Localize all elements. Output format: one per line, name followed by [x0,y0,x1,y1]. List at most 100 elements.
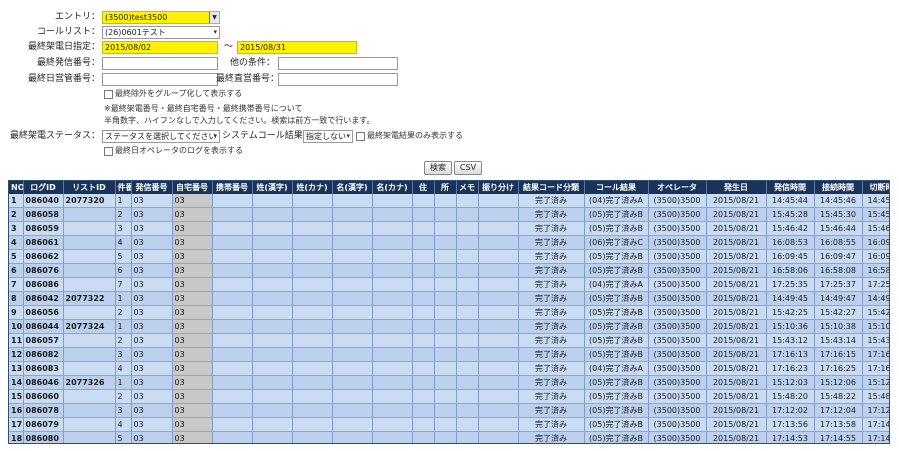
cell-operator: (3500)3500 [648,347,707,362]
cell-memo [456,403,479,418]
cell-home-number: 03 [172,319,213,334]
cell-first-name-kana [372,263,413,278]
table-row[interactable]: 8 086042 2077322 1 03 03 完了済み (05)完了済みB (3500)35… [9,291,889,306]
header-first-name-kanji[interactable]: 名(漢字) [332,181,373,194]
cell-list-id [63,221,116,236]
date-from-input[interactable]: 2015/08/02 [102,41,218,54]
header-disconnect-time[interactable]: 切断時間 [862,181,889,194]
cell-operator: (3500)3500 [648,207,707,222]
cell-log-id: 086079 [23,417,64,432]
table-row[interactable]: 10 086044 2077324 1 03 03 完了済み (05)完了済みB (3500)3… [9,319,889,334]
header-date[interactable]: 発生日 [706,181,767,194]
table-row[interactable]: 9 086056 2 03 03 完了済み (05)完了済みB (3500)3500 2015/… [9,305,889,320]
cell-first-name-kanji [332,194,373,208]
cell-mobile-number [212,277,253,292]
cell-first-name-kana [372,375,413,390]
table-row[interactable]: 6 086076 6 03 03 完了済み (05)完了済みB (3500)3500 2015/… [9,263,889,278]
cell-address-1 [412,305,435,320]
table-row[interactable]: 18 086080 5 03 03 完了済み (05)完了済みB (3500)3500 2015… [9,431,889,443]
cell-home-number: 03 [172,375,213,390]
header-connect-time[interactable]: 接続時間 [814,181,863,194]
table-row[interactable]: 14 086046 2077326 1 03 03 完了済み (05)完了済みB (3500)3… [9,375,889,390]
cell-dial-time: 16:08:53 [766,235,815,250]
table-row[interactable]: 15 086060 2 03 03 完了済み (05)完了済みB (3500)3500 2015… [9,389,889,404]
cell-address-1 [412,333,435,348]
header-dial-number[interactable]: 発信番号 [131,181,173,194]
system-call-select[interactable]: 指定しない ▾ [303,130,353,143]
header-call-result[interactable]: コール結果 [584,181,649,194]
cell-disconnect-time: 14:49:52 [862,291,889,306]
table-row[interactable]: 4 086061 4 03 03 完了済み (06)完了済みC (3500)3500 2015/… [9,235,889,250]
cell-dial-time: 17:14:53 [766,431,815,443]
csv-button[interactable]: CSV [454,161,482,175]
cell-mobile-number [212,194,253,208]
table-row[interactable]: 12 086082 3 03 03 完了済み (05)完了済みB (3500)3500 2015… [9,347,889,362]
final-result-only-label: 最終架電結果のみ表示する [367,131,463,140]
cell-memo [456,263,479,278]
table-row[interactable]: 7 086086 7 03 03 完了済み (04)完了済みA (3500)3500 2015/… [9,277,889,292]
table-row[interactable]: 11 086057 2 03 03 完了済み (05)完了済みB (3500)3500 2015… [9,333,889,348]
cell-address-2 [434,361,457,376]
table-row[interactable]: 13 086083 4 03 03 完了済み (04)完了済みA (3500)3500 2015… [9,361,889,376]
final-date-status-input[interactable] [102,73,218,86]
note-line-1: ※最終架電番号・最終自宅番号・最終携帯番号について [104,104,303,113]
cell-mobile-number [212,305,253,320]
header-result-code-class[interactable]: 結果コード分類 [518,181,585,194]
cell-result-code-class: 完了済み [518,375,585,390]
final-dial-input[interactable] [278,73,398,86]
table-row[interactable]: 16 086078 3 03 03 完了済み (05)完了済みB (3500)3500 2015… [9,403,889,418]
cell-assignment [478,333,519,348]
table-row[interactable]: 1 086040 2077320 1 03 03 完了済み (04)完了済みA (3500)35… [9,194,889,208]
header-dial-time[interactable]: 発信時間 [766,181,815,194]
header-item-no[interactable]: 件番 [115,181,132,194]
chevron-down-icon: ▾ [213,28,217,36]
calllist-select[interactable]: (26)0601テスト ▾ [102,26,220,39]
header-mobile-number[interactable]: 携帯番号 [212,181,253,194]
cell-dial-number: 03 [131,291,173,306]
header-last-name-kana[interactable]: 姓(カナ) [292,181,333,194]
cell-connect-time: 15:46:44 [814,221,863,236]
cell-address-1 [412,194,435,208]
header-memo[interactable]: メモ [456,181,479,194]
final-result-select[interactable]: ステータスを選択してください ▾ [102,130,220,143]
cell-log-id: 086044 [23,319,64,334]
cell-log-id: 086061 [23,235,64,250]
operator-log-checkbox[interactable] [104,147,113,156]
header-address-2[interactable]: 所 [434,181,457,194]
cell-connect-time: 14:49:47 [814,291,863,306]
cell-connect-time: 16:09:47 [814,249,863,264]
cell-last-name-kana [292,333,333,348]
final-result-only-checkbox[interactable] [356,132,365,141]
cell-assignment [478,207,519,222]
date-to-input[interactable]: 2015/08/31 [237,41,357,54]
group-exclusion-checkbox[interactable] [104,90,113,99]
cell-mobile-number [212,403,253,418]
entry-select[interactable]: (3500)test3500 ▼ [102,11,220,24]
header-address-1[interactable]: 住 [412,181,435,194]
table-row[interactable]: 3 086059 3 03 03 完了済み (05)完了済みB (3500)3500 2015/… [9,221,889,236]
final-number-input[interactable] [102,57,218,70]
header-list-id[interactable]: リストID [63,181,116,194]
header-first-name-kana[interactable]: 名(カナ) [372,181,413,194]
header-home-number[interactable]: 自宅番号 [172,181,213,194]
search-button[interactable]: 検索 [424,161,452,175]
table-row[interactable]: 17 086079 4 03 03 完了済み (05)完了済みB (3500)3500 2015… [9,417,889,432]
header-last-name-kanji[interactable]: 姓(漢字) [252,181,293,194]
entry-label: エントリ： [54,12,100,22]
cell-operator: (3500)3500 [648,235,707,250]
header-no[interactable]: NO [9,181,24,194]
cell-date: 2015/08/21 [706,263,767,278]
cell-address-1 [412,361,435,376]
table-row[interactable]: 5 086062 5 03 03 完了済み (05)完了済みB (3500)3500 2015/… [9,249,889,264]
cell-home-number: 03 [172,403,213,418]
table-row[interactable]: 2 086058 2 03 03 完了済み (05)完了済みB (3500)3500 2015/… [9,207,889,222]
header-operator[interactable]: オペレータ [648,181,707,194]
chevron-down-icon[interactable]: ▼ [209,12,219,23]
other-cond-input[interactable] [278,57,398,70]
cell-dial-time: 17:16:23 [766,361,815,376]
header-log-id[interactable]: ログID [23,181,64,194]
cell-first-name-kanji [332,375,373,390]
cell-connect-time: 15:43:14 [814,333,863,348]
cell-no: 2 [9,207,24,222]
header-assignment[interactable]: 振り分け [478,181,519,194]
